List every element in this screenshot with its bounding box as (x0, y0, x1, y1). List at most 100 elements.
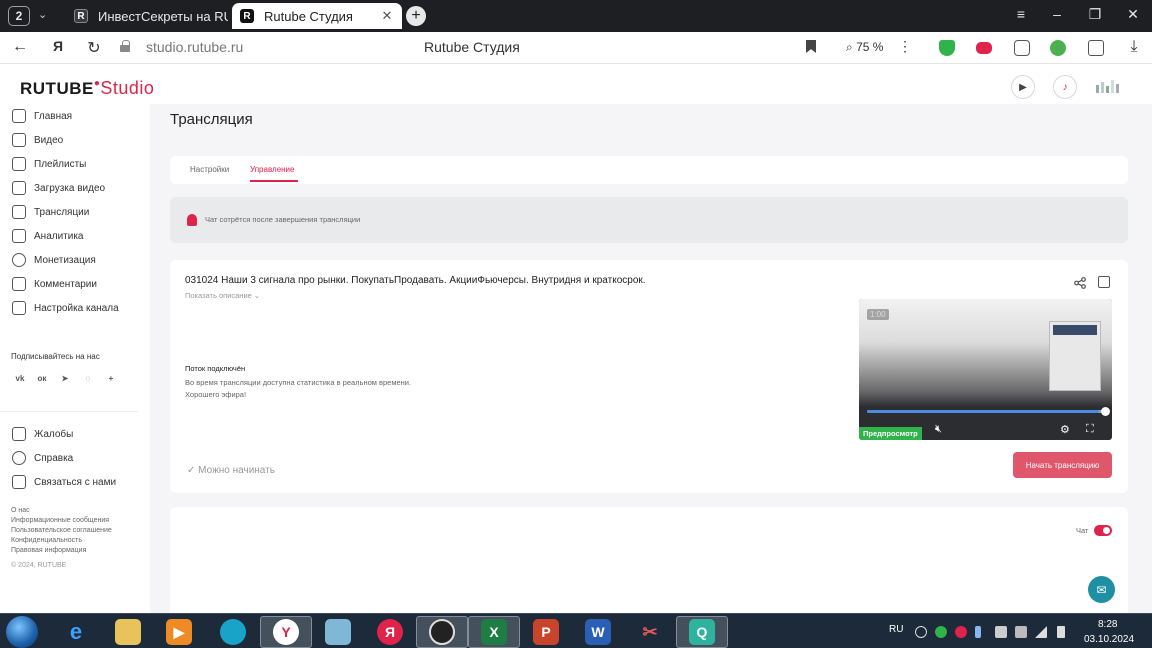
upload-icon (12, 181, 26, 195)
ok-icon[interactable]: ок (35, 372, 49, 386)
url-field[interactable]: studio.rutube.ru Rutube Студия (114, 37, 834, 59)
vk-icon[interactable]: vk (13, 372, 27, 386)
restore-icon[interactable]: ❐ (1082, 6, 1108, 23)
sidebar-item-help[interactable]: Справка (12, 448, 73, 468)
bluetooth-icon[interactable] (975, 626, 981, 638)
progress-bar[interactable] (867, 410, 1104, 413)
clock-date[interactable]: 03.10.2024 (1084, 634, 1134, 645)
snipping-icon[interactable]: ✂ (624, 616, 676, 648)
tray-device-icon[interactable] (1015, 626, 1027, 638)
clock-time[interactable]: 8:28 (1098, 619, 1117, 630)
media-player-icon[interactable]: ▶ (153, 616, 205, 648)
q-app-icon[interactable]: Q (676, 616, 728, 648)
fullscreen-icon[interactable]: ⛶ (1086, 423, 1094, 436)
bookmark-icon[interactable] (806, 40, 816, 53)
sidebar-item-home[interactable]: Главная (12, 106, 72, 126)
minimize-icon[interactable]: – (1044, 6, 1070, 22)
browser-tab-studio[interactable]: R Rutube Студия ✕ (232, 3, 402, 29)
yandex-home-icon[interactable]: Я (46, 38, 70, 54)
obs-icon[interactable] (416, 616, 468, 648)
language-indicator[interactable]: RU (889, 624, 903, 635)
sidebar-item-label: Трансляции (34, 206, 90, 218)
downloads-icon[interactable]: ⤓ (1122, 38, 1146, 56)
sidebar-item-comments[interactable]: Комментарии (12, 274, 97, 294)
sidebar-item-monetization[interactable]: Монетизация (12, 250, 96, 270)
support-chat-button[interactable]: ✉ (1088, 576, 1115, 603)
tab-count-badge[interactable]: 2 (8, 6, 30, 26)
zoom-indicator[interactable]: ⌕ 75 % (846, 40, 883, 55)
stream-card: 031024 Наши 3 сигнала про рынки. Покупат… (170, 260, 1128, 493)
explorer-icon[interactable] (102, 616, 154, 648)
windows-start-icon[interactable] (6, 616, 38, 648)
sidebar-item-analytics[interactable]: Аналитика (12, 226, 84, 246)
ie-icon[interactable]: e (50, 616, 102, 648)
chat-notice: Чат сотрётся после завершения трансляции (170, 197, 1128, 243)
powerpoint-icon[interactable]: P (520, 616, 572, 648)
notepad-icon[interactable] (312, 616, 364, 648)
mute-icon[interactable]: 🔇︎ (935, 423, 942, 436)
tab-settings[interactable]: Настройки (190, 165, 229, 174)
chat-toggle[interactable] (1094, 525, 1112, 536)
excel-icon[interactable]: X (468, 616, 520, 648)
playlist-icon (12, 157, 26, 171)
network-icon[interactable] (1035, 626, 1047, 638)
notifications-bell-icon[interactable]: ♪ (1053, 75, 1077, 99)
progress-fill (867, 410, 1100, 413)
stream-preview-player[interactable]: 1:00 🔇︎ ⚙ ⛶ Предпросмотр (859, 299, 1112, 440)
open-external-icon[interactable] (1098, 276, 1110, 288)
footer-link-info[interactable]: Информационные сообщения (11, 516, 109, 526)
sidebar-item-video[interactable]: Видео (12, 130, 63, 150)
new-tab-button[interactable]: + (406, 6, 426, 26)
sidebar-item-broadcasts[interactable]: Трансляции (12, 202, 89, 222)
tabs-dropdown-icon[interactable]: ⌄ (38, 8, 47, 21)
tab-management[interactable]: Управление (250, 165, 294, 174)
preview-time: 1:00 (867, 309, 889, 320)
windows-taskbar: e ▶ Y Я X P W ✂ Q RU 8:28 03.10.2024 (0, 613, 1152, 648)
sidebar-item-complaints[interactable]: Жалобы (12, 424, 73, 444)
volume-icon[interactable] (1057, 626, 1065, 638)
alice-extension-icon[interactable] (1050, 40, 1066, 56)
word-icon[interactable]: W (572, 616, 624, 648)
tray-flag-icon[interactable] (995, 626, 1007, 638)
close-window-icon[interactable]: ✕ (1120, 6, 1146, 23)
footer-link-about[interactable]: О нас (11, 506, 30, 516)
start-broadcast-button[interactable]: Начать трансляцию (1013, 452, 1112, 478)
sidebar-item-contact[interactable]: Связаться с нами (12, 472, 116, 492)
edge-icon[interactable] (207, 616, 259, 648)
close-tab-icon[interactable]: ✕ (378, 8, 396, 24)
bell-alert-icon (187, 214, 197, 226)
sidebar-item-upload[interactable]: Загрузка видео (12, 178, 105, 198)
rutube-favicon-icon: R (240, 9, 254, 23)
more-icon[interactable]: + (104, 372, 118, 386)
progress-knob[interactable] (1101, 407, 1110, 416)
sidebar-item-playlists[interactable]: Плейлисты (12, 154, 86, 174)
more-options-icon[interactable]: ⋮ (893, 38, 917, 55)
telegram-icon[interactable]: ➤ (58, 372, 72, 386)
back-icon[interactable]: ← (8, 38, 32, 56)
browser-menu-icon[interactable]: ≡ (1008, 6, 1034, 22)
yandex-browser-icon[interactable]: Y (260, 616, 312, 648)
upload-video-button[interactable]: ▶ (1011, 75, 1035, 99)
footer-link-privacy[interactable]: Конфиденциальность (11, 536, 82, 546)
tab-collections-icon[interactable] (1014, 40, 1030, 56)
tray-obs-icon[interactable] (915, 626, 927, 638)
video-extension-icon[interactable] (976, 42, 992, 54)
tray-yandex-icon[interactable] (955, 626, 967, 638)
share-icon[interactable] (1074, 277, 1086, 289)
gear-icon[interactable]: ⚙ (1060, 423, 1070, 436)
browser-tab-invest[interactable]: R ИнвестСекреты на RUTUBE (66, 3, 228, 29)
rutube-studio-logo[interactable]: RUTUBE●Studio (20, 78, 154, 99)
reload-icon[interactable]: ↻ (82, 38, 106, 58)
sidebar-item-label: Плейлисты (34, 158, 87, 170)
viber-icon[interactable]: ◌ (81, 372, 95, 386)
sidebar-item-channel-settings[interactable]: Настройка канала (12, 298, 119, 318)
tray-kaspersky-icon[interactable] (935, 626, 947, 638)
protect-shield-icon[interactable] (939, 40, 955, 56)
notes-icon[interactable] (1088, 40, 1104, 56)
yandex-icon[interactable]: Я (364, 616, 416, 648)
footer-link-terms[interactable]: Пользовательское соглашение (11, 526, 112, 536)
footer-link-legal[interactable]: Правовая информация (11, 546, 86, 556)
show-description-link[interactable]: Показать описание ⌄ (185, 291, 260, 300)
preview-panel (1049, 321, 1101, 391)
avatar[interactable] (1094, 77, 1120, 97)
